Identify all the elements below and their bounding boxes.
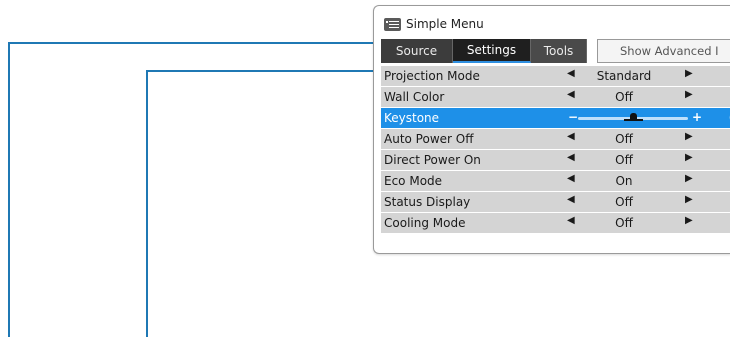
show-advanced-button[interactable]: Show Advanced I <box>597 39 730 63</box>
row-value: On <box>615 174 633 188</box>
row-wall-color[interactable]: Wall Color ◀ Off ▶ <box>381 87 730 108</box>
right-arrow-icon[interactable]: ▶ <box>685 68 693 79</box>
row-value: Off <box>615 90 633 104</box>
left-arrow-icon[interactable]: ◀ <box>567 194 575 205</box>
left-arrow-icon[interactable]: ◀ <box>567 215 575 226</box>
simple-menu-window: Simple Menu Source Settings Tools Show A… <box>373 5 730 254</box>
callout-line-source-vertical <box>8 42 10 337</box>
row-cooling-mode[interactable]: Cooling Mode ◀ Off ▶ <box>381 213 730 234</box>
row-label: Direct Power On <box>384 153 481 167</box>
callout-line-projection-vertical <box>146 70 148 337</box>
right-arrow-icon[interactable]: ▶ <box>685 215 693 226</box>
keystone-slider-thumb[interactable] <box>623 113 643 121</box>
right-arrow-icon[interactable]: ▶ <box>685 152 693 163</box>
row-value: Standard <box>596 69 652 83</box>
row-status-display[interactable]: Status Display ◀ Off ▶ <box>381 192 730 213</box>
row-label: Eco Mode <box>384 174 443 188</box>
row-label: Wall Color <box>384 90 445 104</box>
menu-title: Simple Menu <box>406 17 484 31</box>
row-direct-power-on[interactable]: Direct Power On ◀ Off ▶ <box>381 150 730 171</box>
row-label: Status Display <box>384 195 471 209</box>
row-auto-power-off[interactable]: Auto Power Off ◀ Off ▶ <box>381 129 730 150</box>
row-value: Off <box>615 132 633 146</box>
left-arrow-icon[interactable]: ◀ <box>567 131 575 142</box>
row-label: Keystone <box>384 111 440 125</box>
left-arrow-icon[interactable]: ◀ <box>567 68 575 79</box>
row-label: Projection Mode <box>384 69 480 83</box>
callout-line-projection-horizontal <box>146 70 380 72</box>
tab-spacer <box>587 39 597 63</box>
row-value: Off <box>615 153 633 167</box>
left-arrow-icon[interactable]: ◀ <box>567 152 575 163</box>
callout-line-source-horizontal <box>8 42 380 44</box>
right-arrow-icon[interactable]: ▶ <box>685 173 693 184</box>
tab-tools[interactable]: Tools <box>531 39 587 63</box>
row-eco-mode[interactable]: Eco Mode ◀ On ▶ <box>381 171 730 192</box>
settings-list: Projection Mode ◀ Standard ▶ Wall Color … <box>381 66 730 234</box>
row-label: Cooling Mode <box>384 216 466 230</box>
plus-icon[interactable]: + <box>692 110 702 124</box>
minus-icon[interactable]: − <box>568 110 578 124</box>
tab-settings[interactable]: Settings <box>453 39 531 63</box>
row-label: Auto Power Off <box>384 132 474 146</box>
left-arrow-icon[interactable]: ◀ <box>567 89 575 100</box>
right-arrow-icon[interactable]: ▶ <box>685 89 693 100</box>
left-arrow-icon[interactable]: ◀ <box>567 173 575 184</box>
right-arrow-icon[interactable]: ▶ <box>685 131 693 142</box>
tab-bar: Source Settings Tools Show Advanced I <box>381 39 730 63</box>
row-keystone[interactable]: Keystone − + 0 <box>381 108 730 129</box>
right-arrow-icon[interactable]: ▶ <box>685 194 693 205</box>
tab-source[interactable]: Source <box>381 39 453 63</box>
row-value: Off <box>615 195 633 209</box>
menu-list-icon <box>384 17 401 31</box>
row-projection-mode[interactable]: Projection Mode ◀ Standard ▶ <box>381 66 730 87</box>
menu-title-bar: Simple Menu <box>384 14 484 34</box>
row-value: Off <box>615 216 633 230</box>
